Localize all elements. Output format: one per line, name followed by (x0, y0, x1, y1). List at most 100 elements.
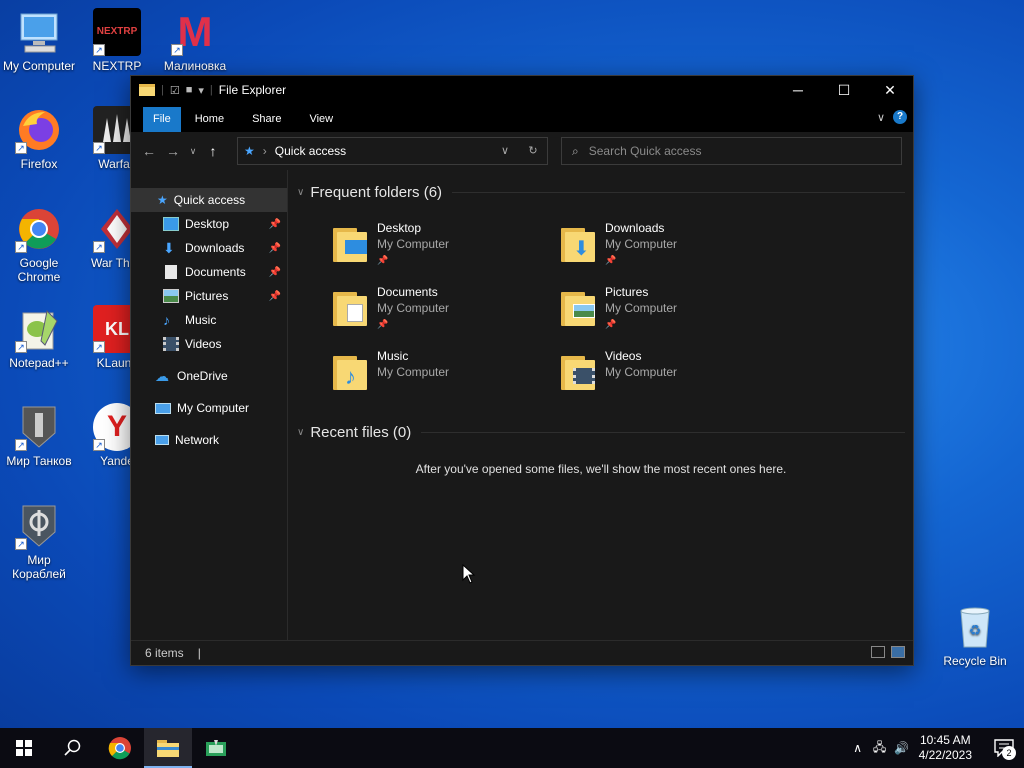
nav-item-quick-access[interactable]: ★ Quick access (131, 188, 287, 212)
shortcut-arrow-icon: ↗ (15, 341, 27, 353)
nav-item-videos[interactable]: Videos (131, 332, 287, 356)
desktop-icon (163, 217, 179, 231)
item-count: 6 items (145, 646, 184, 660)
expand-ribbon-icon[interactable]: ∨ (877, 111, 885, 124)
nav-item-desktop[interactable]: Desktop 📌 (131, 212, 287, 236)
properties-icon[interactable]: ☑ (170, 84, 180, 97)
collapse-chevron-icon[interactable]: ∨ (297, 427, 304, 438)
nav-item-network[interactable]: Network (131, 428, 287, 452)
folder-location: My Computer (605, 237, 678, 251)
address-text: Quick access (274, 144, 347, 158)
tab-view[interactable]: View (295, 107, 347, 132)
up-arrow-icon[interactable]: ↑ (201, 143, 225, 159)
desktop-icon-label: Firefox (20, 157, 58, 171)
refresh-icon[interactable]: ↻ (519, 138, 547, 164)
folder-tile-desktop[interactable]: Desktop My Computer 📌 (331, 220, 531, 272)
desktop-folder-icon (331, 222, 373, 264)
nav-item-downloads[interactable]: ⬇ Downloads 📌 (131, 236, 287, 260)
nav-item-my-computer[interactable]: My Computer (131, 396, 287, 420)
network-icon[interactable]: 🖧 (869, 738, 891, 759)
desktop-icon-notepadpp[interactable]: ↗ Notepad++ (0, 305, 78, 370)
new-folder-icon[interactable]: ■ (186, 84, 193, 96)
folder-name: Documents (377, 285, 438, 299)
address-dropdown-icon[interactable]: ∨ (491, 138, 519, 164)
desktop-icon-malinovka[interactable]: M ↗ Малиновка (156, 8, 234, 73)
folder-tile-documents[interactable]: Documents My Computer 📌 (331, 284, 531, 336)
music-folder-icon: ♪ (331, 350, 373, 392)
back-arrow-icon[interactable]: ← (137, 143, 161, 159)
pin-icon[interactable]: 📌 (269, 243, 281, 254)
folder-text: Downloads My Computer 📌 (605, 220, 677, 272)
action-center-button[interactable]: 2 (984, 728, 1024, 768)
folder-name: Pictures (605, 285, 649, 299)
collapse-chevron-icon[interactable]: ∨ (297, 187, 304, 198)
nav-item-music[interactable]: ♪ Music (131, 308, 287, 332)
folder-icon (157, 740, 179, 757)
group-divider (452, 191, 905, 193)
taskbar-app-green[interactable] (192, 728, 240, 768)
folder-icon[interactable] (139, 84, 155, 96)
pin-icon[interactable]: 📌 (269, 291, 281, 302)
pin-icon: 📌 (605, 255, 617, 265)
desktop-icon-label: Recycle Bin (943, 654, 1007, 668)
nav-item-onedrive[interactable]: ☁ OneDrive (131, 364, 287, 388)
search-box[interactable]: ⌕ Search Quick access (561, 137, 902, 165)
large-icons-view-icon[interactable] (891, 646, 905, 658)
notification-count-badge: 2 (1002, 746, 1016, 760)
folder-name: Videos (605, 349, 642, 363)
help-icon[interactable]: ? (893, 110, 907, 124)
clock[interactable]: 10:45 AM 4/22/2023 (919, 733, 972, 763)
recent-locations-chevron-icon[interactable]: ∨ (185, 146, 201, 157)
nav-label: Desktop (185, 217, 230, 231)
desktop-icon-mir-korabley[interactable]: ↗ Мир Кораблей (0, 502, 78, 581)
folder-location: My Computer (605, 365, 678, 379)
network-icon (155, 435, 169, 445)
frequent-folders-header[interactable]: ∨ Frequent folders (6) (297, 180, 905, 204)
pin-icon[interactable]: 📌 (269, 219, 281, 230)
details-view-icon[interactable] (871, 646, 885, 658)
folder-tile-pictures[interactable]: Pictures My Computer 📌 (559, 284, 759, 336)
tab-file[interactable]: File (143, 107, 181, 132)
search-icon: ⌕ (572, 143, 579, 158)
minimize-button[interactable]: ─ (775, 76, 821, 104)
desktop-icon-nextrp[interactable]: NEXTRP ↗ NEXTRP (78, 8, 156, 73)
nav-label: OneDrive (177, 369, 228, 383)
desktop-icon-label: My Computer (2, 59, 76, 73)
recent-files-header[interactable]: ∨ Recent files (0) (297, 420, 905, 444)
nav-item-pictures[interactable]: Pictures 📌 (131, 284, 287, 308)
pin-icon[interactable]: 📌 (269, 267, 281, 278)
desktop-icon-recycle-bin[interactable]: ♻ Recycle Bin (936, 603, 1014, 668)
search-button[interactable] (48, 728, 96, 768)
taskbar-chrome[interactable] (96, 728, 144, 768)
folder-tile-downloads[interactable]: ⬇ Downloads My Computer 📌 (559, 220, 759, 272)
customize-toolbar-icon[interactable]: ▾ (198, 84, 204, 97)
show-hidden-icons-chevron-icon[interactable]: ∧ (847, 741, 869, 755)
mir-korabley-icon: ↗ (15, 502, 63, 550)
title-bar[interactable]: | ☑ ■ ▾ | File Explorer ─ ☐ ✕ (131, 76, 913, 104)
nav-item-documents[interactable]: Documents 📌 (131, 260, 287, 284)
folder-text: Desktop My Computer 📌 (377, 220, 449, 272)
status-bar: 6 items | (131, 640, 913, 665)
clock-date: 4/22/2023 (918, 748, 972, 762)
start-button[interactable] (0, 728, 48, 768)
maximize-button[interactable]: ☐ (821, 76, 867, 104)
tab-home[interactable]: Home (181, 107, 238, 132)
group-title: Recent files (0) (310, 423, 412, 441)
folder-tile-music[interactable]: ♪ Music My Computer (331, 348, 531, 400)
pictures-folder-icon (559, 286, 601, 328)
desktop-icon-mir-tankov[interactable]: ↗ Мир Танков (0, 403, 78, 468)
tab-share[interactable]: Share (238, 107, 295, 132)
volume-icon[interactable]: 🔊 (891, 741, 913, 755)
desktop-icon-firefox[interactable]: ↗ Firefox (0, 106, 78, 171)
forward-arrow-icon[interactable]: → (161, 143, 185, 159)
folder-tile-videos[interactable]: Videos My Computer (559, 348, 759, 400)
desktop-icon-label: Мир Танков (6, 454, 72, 468)
desktop-icon-chrome[interactable]: ↗ Google Chrome (0, 205, 78, 284)
taskbar-file-explorer[interactable] (144, 728, 192, 768)
close-button[interactable]: ✕ (867, 76, 913, 104)
address-box[interactable]: ★ › Quick access ∨ ↻ (237, 137, 548, 165)
shortcut-arrow-icon: ↗ (15, 439, 27, 451)
desktop-icon-my-computer[interactable]: My Computer (0, 8, 78, 73)
svg-text:♻: ♻ (969, 623, 982, 639)
window-title: File Explorer (218, 83, 287, 97)
